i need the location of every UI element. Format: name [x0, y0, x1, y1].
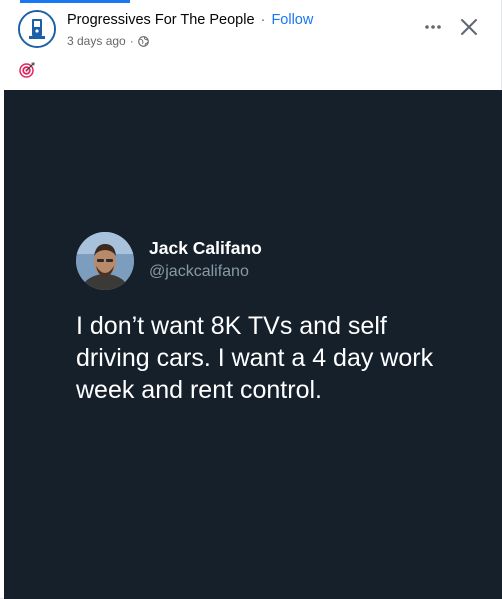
follow-button[interactable]: Follow [271, 12, 313, 28]
direct-hit-emoji [19, 62, 35, 78]
post-timestamp[interactable]: 3 days ago [67, 34, 126, 48]
close-button[interactable] [454, 12, 484, 42]
more-options-button[interactable] [418, 12, 448, 42]
tweet-author-handle: @jackcalifano [149, 263, 249, 280]
tweet-author-name: Jack Califano [149, 238, 262, 258]
meta-separator: · [129, 34, 134, 48]
page-avatar[interactable] [18, 10, 56, 48]
title-separator: · [260, 12, 266, 28]
more-horizontal-icon [425, 25, 441, 29]
page-logo-icon [20, 12, 54, 46]
facebook-post: Progressives For The People · Follow 3 d… [0, 0, 502, 599]
page-name-link[interactable]: Progressives For The People [67, 12, 255, 28]
post-header: Progressives For The People · Follow 3 d… [0, 0, 502, 88]
globe-icon [137, 35, 149, 47]
post-image[interactable]: Jack Califano @jackcalifano I don’t want… [4, 90, 502, 599]
profile-photo [76, 232, 134, 290]
post-meta: 3 days ago · [67, 34, 149, 48]
close-icon [461, 19, 477, 35]
tweet-avatar [76, 232, 134, 290]
target-icon [19, 62, 35, 78]
post-title-line: Progressives For The People · Follow [67, 12, 313, 28]
tweet-text: I don’t want 8K TVs and self driving car… [76, 312, 434, 404]
